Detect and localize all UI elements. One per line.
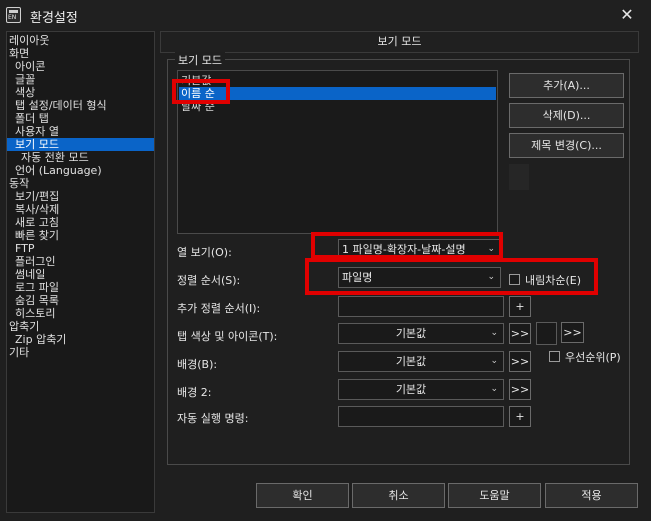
tree-item[interactable]: 탭 설정/데이터 형식 <box>7 99 107 112</box>
delete-button[interactable]: 삭제(D)... <box>509 103 624 128</box>
descending-label: 내림차순(E) <box>525 274 582 287</box>
tree-item[interactable]: 언어 (Language) <box>7 164 102 177</box>
tab-color-preview <box>536 322 557 345</box>
tree-item[interactable]: 색상 <box>7 86 35 99</box>
background-select[interactable]: 기본값 ⌄ <box>338 351 504 372</box>
tab-color-more-button-2[interactable]: >> <box>561 322 584 343</box>
tree-item[interactable]: 히스토리 <box>7 307 55 320</box>
tree-item[interactable]: 폴더 탭 <box>7 112 49 125</box>
tab-color-label: 탭 색상 및 아이콘(T): <box>177 330 278 343</box>
tree-item[interactable]: 복사/삭제 <box>7 203 59 216</box>
add-button[interactable]: 추가(A)... <box>509 73 624 98</box>
background2-value: 기본값 <box>395 383 427 396</box>
tree-item[interactable]: 동작 <box>7 177 29 190</box>
tree-item[interactable]: 새로 고침 <box>7 216 59 229</box>
auto-run-label: 자동 실행 명령: <box>177 412 249 425</box>
list-item-date-order[interactable]: 날짜 순 <box>179 100 496 113</box>
background-label: 배경(B): <box>177 358 218 371</box>
close-icon[interactable]: ✕ <box>614 5 640 25</box>
window-title: 환경설정 <box>30 11 78 26</box>
background2-label: 배경 2: <box>177 386 212 399</box>
tree-item[interactable]: 보기 모드 <box>7 138 154 151</box>
panel-header: 보기 모드 <box>160 31 639 53</box>
auto-run-field[interactable] <box>338 406 504 427</box>
tab-color-value: 기본값 <box>395 327 427 340</box>
chevron-down-icon: ⌄ <box>487 272 495 282</box>
ok-button[interactable]: 확인 <box>256 483 349 508</box>
tree-item[interactable]: 썸네일 <box>7 268 45 281</box>
tree-item[interactable]: 기타 <box>7 346 29 359</box>
view-mode-list[interactable]: 기본값 이름 순 날짜 순 <box>177 70 498 234</box>
tree-item[interactable]: 압축기 <box>7 320 39 333</box>
rename-button[interactable]: 제목 변경(C)... <box>509 133 624 158</box>
tree-item[interactable]: 사용자 열 <box>7 125 59 138</box>
chevron-down-icon: ⌄ <box>490 384 498 394</box>
background2-select[interactable]: 기본값 ⌄ <box>338 379 504 400</box>
background-more-button[interactable]: >> <box>509 351 531 372</box>
columns-value: 1 파일명-확장자-날짜-설명 <box>342 243 466 256</box>
apply-button[interactable]: 적용 <box>545 483 638 508</box>
background-value: 기본값 <box>395 355 427 368</box>
preview-swatch <box>509 164 529 190</box>
extra-sort-label: 추가 정렬 순서(I): <box>177 302 261 315</box>
list-item-name-order[interactable]: 이름 순 <box>179 87 496 100</box>
sort-select[interactable]: 파일명 ⌄ <box>338 267 501 288</box>
tree-item[interactable]: 글꼴 <box>7 73 35 86</box>
tree-item[interactable]: Zip 압축기 <box>7 333 66 346</box>
tab-color-more-button[interactable]: >> <box>509 323 531 344</box>
tree-item[interactable]: 레이아웃 <box>7 34 49 47</box>
title-bar <box>0 0 651 30</box>
sort-label: 정렬 순서(S): <box>177 274 241 287</box>
descending-checkbox[interactable] <box>509 274 520 285</box>
app-icon-text: EN <box>8 14 17 21</box>
settings-tree[interactable]: 레이아웃 화면 아이콘 글꼴 색상 탭 설정/데이터 형식 폴더 탭 사용자 열 보기 모드 자동… <box>6 31 155 513</box>
list-item-default[interactable]: 기본값 <box>179 74 496 87</box>
app-icon: EN <box>6 7 21 23</box>
extra-sort-field[interactable] <box>338 296 504 317</box>
priority-label: 우선순위(P) <box>565 351 621 364</box>
columns-select[interactable]: 1 파일명-확장자-날짜-설명 ⌄ <box>338 239 501 260</box>
chevron-down-icon: ⌄ <box>487 244 495 254</box>
tab-color-select[interactable]: 기본값 ⌄ <box>338 323 504 344</box>
auto-run-add-button[interactable]: + <box>509 406 531 427</box>
chevron-down-icon: ⌄ <box>490 356 498 366</box>
tree-item[interactable]: 로그 파일 <box>7 281 59 294</box>
tree-item[interactable]: 빠른 찾기 <box>7 229 59 242</box>
tree-item[interactable]: 자동 전환 모드 <box>7 151 89 164</box>
help-button[interactable]: 도움말 <box>448 483 541 508</box>
tree-item[interactable]: 플러그인 <box>7 255 55 268</box>
extra-sort-add-button[interactable]: + <box>509 296 531 317</box>
tree-item[interactable]: 화면 <box>7 47 29 60</box>
priority-checkbox[interactable] <box>549 351 560 362</box>
tree-item[interactable]: 숨김 목록 <box>7 294 59 307</box>
tree-item[interactable]: 아이콘 <box>7 60 45 73</box>
tree-item[interactable]: 보기/편집 <box>7 190 59 203</box>
columns-label: 열 보기(O): <box>177 246 232 259</box>
tree-item[interactable]: FTP <box>7 242 35 255</box>
background2-more-button[interactable]: >> <box>509 379 531 400</box>
group-label: 보기 모드 <box>175 52 225 68</box>
sort-value: 파일명 <box>342 271 373 284</box>
cancel-button[interactable]: 취소 <box>352 483 445 508</box>
chevron-down-icon: ⌄ <box>490 328 498 338</box>
